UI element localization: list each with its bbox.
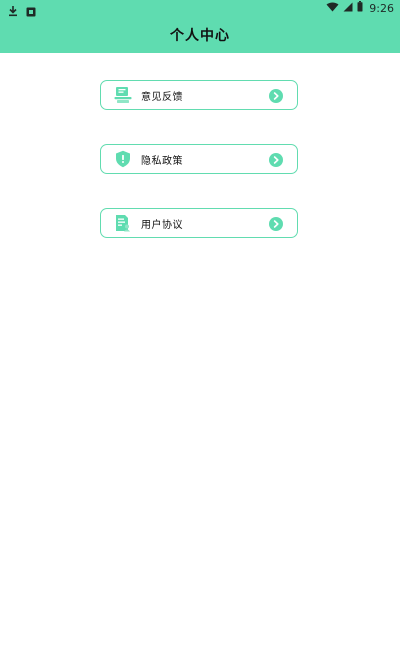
status-time: 9:26: [369, 1, 394, 15]
privacy-shield-icon: [114, 150, 132, 168]
header-bar: 9:26 个人中心: [0, 0, 400, 53]
status-bar: 9:26: [0, 0, 400, 18]
user-agreement-icon: [114, 214, 132, 232]
menu-item-label: 用户协议: [141, 220, 183, 231]
battery-icon: [357, 1, 363, 15]
page-title: 个人中心: [170, 28, 230, 44]
menu-item-privacy-policy[interactable]: 隐私政策: [100, 144, 298, 174]
notification-app-icon: [26, 2, 36, 21]
menu-item-feedback[interactable]: 意见反馈: [100, 80, 298, 110]
menu-item-label: 隐私政策: [141, 156, 183, 167]
wifi-icon: [326, 2, 339, 15]
download-icon: [8, 2, 18, 21]
chevron-right-icon: [269, 152, 283, 167]
status-right-icons: 9:26: [326, 1, 394, 15]
menu-item-user-agreement[interactable]: 用户协议: [100, 208, 298, 238]
menu-item-label: 意见反馈: [141, 92, 183, 103]
status-left-icons: [8, 2, 36, 21]
screen: 9:26 个人中心 意见反馈 隐私政策 用户协议: [0, 0, 400, 660]
feedback-icon: [114, 86, 132, 104]
chevron-right-icon: [269, 88, 283, 103]
signal-icon: [343, 2, 353, 15]
chevron-right-icon: [269, 216, 283, 231]
